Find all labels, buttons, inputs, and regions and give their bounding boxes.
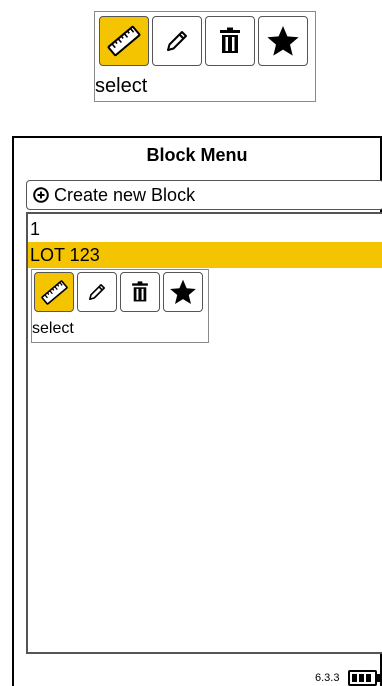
list-item-1[interactable]: 1 xyxy=(28,216,382,242)
pencil-icon xyxy=(167,31,187,51)
favorite-tool-button[interactable] xyxy=(258,16,308,66)
block-list[interactable]: 1 LOT 123 select xyxy=(26,212,382,654)
star-icon xyxy=(170,279,196,305)
edit-tool-button[interactable] xyxy=(152,16,202,66)
select-tool-button[interactable] xyxy=(34,272,74,312)
list-item-label: 1 xyxy=(30,219,41,239)
delete-tool-button[interactable] xyxy=(120,272,160,312)
create-new-block-button[interactable]: Create new Block xyxy=(26,180,382,210)
list-item-lot-123[interactable]: LOT 123 xyxy=(28,242,382,268)
list-item-label: LOT 123 xyxy=(30,245,100,265)
star-icon xyxy=(267,26,299,56)
palette-caption: select xyxy=(32,320,74,337)
battery-cell xyxy=(352,674,357,682)
select-tool-button[interactable] xyxy=(99,16,149,66)
trash-icon xyxy=(220,27,240,53)
window-title: Block Menu xyxy=(146,145,248,165)
battery-terminal xyxy=(377,674,380,682)
battery-icon xyxy=(348,670,377,686)
delete-tool-button[interactable] xyxy=(205,16,255,66)
battery-cell xyxy=(366,674,371,682)
battery-cell xyxy=(359,674,364,682)
edit-tool-button[interactable] xyxy=(77,272,117,312)
ruler-icon xyxy=(40,279,68,305)
palette-caption: select xyxy=(95,75,148,97)
ruler-icon xyxy=(107,25,141,57)
favorite-tool-button[interactable] xyxy=(163,272,203,312)
add-circle-icon xyxy=(33,187,49,203)
top-tool-palette: select xyxy=(94,11,316,102)
block-menu-window: Block Menu Create new Block 1 LOT 123 se… xyxy=(12,136,382,686)
pencil-icon xyxy=(89,284,105,300)
version-label: 6.3.3 xyxy=(315,672,340,684)
trash-icon xyxy=(132,281,148,302)
item-tool-palette: select xyxy=(31,269,209,343)
create-new-block-label: Create new Block xyxy=(54,184,196,205)
